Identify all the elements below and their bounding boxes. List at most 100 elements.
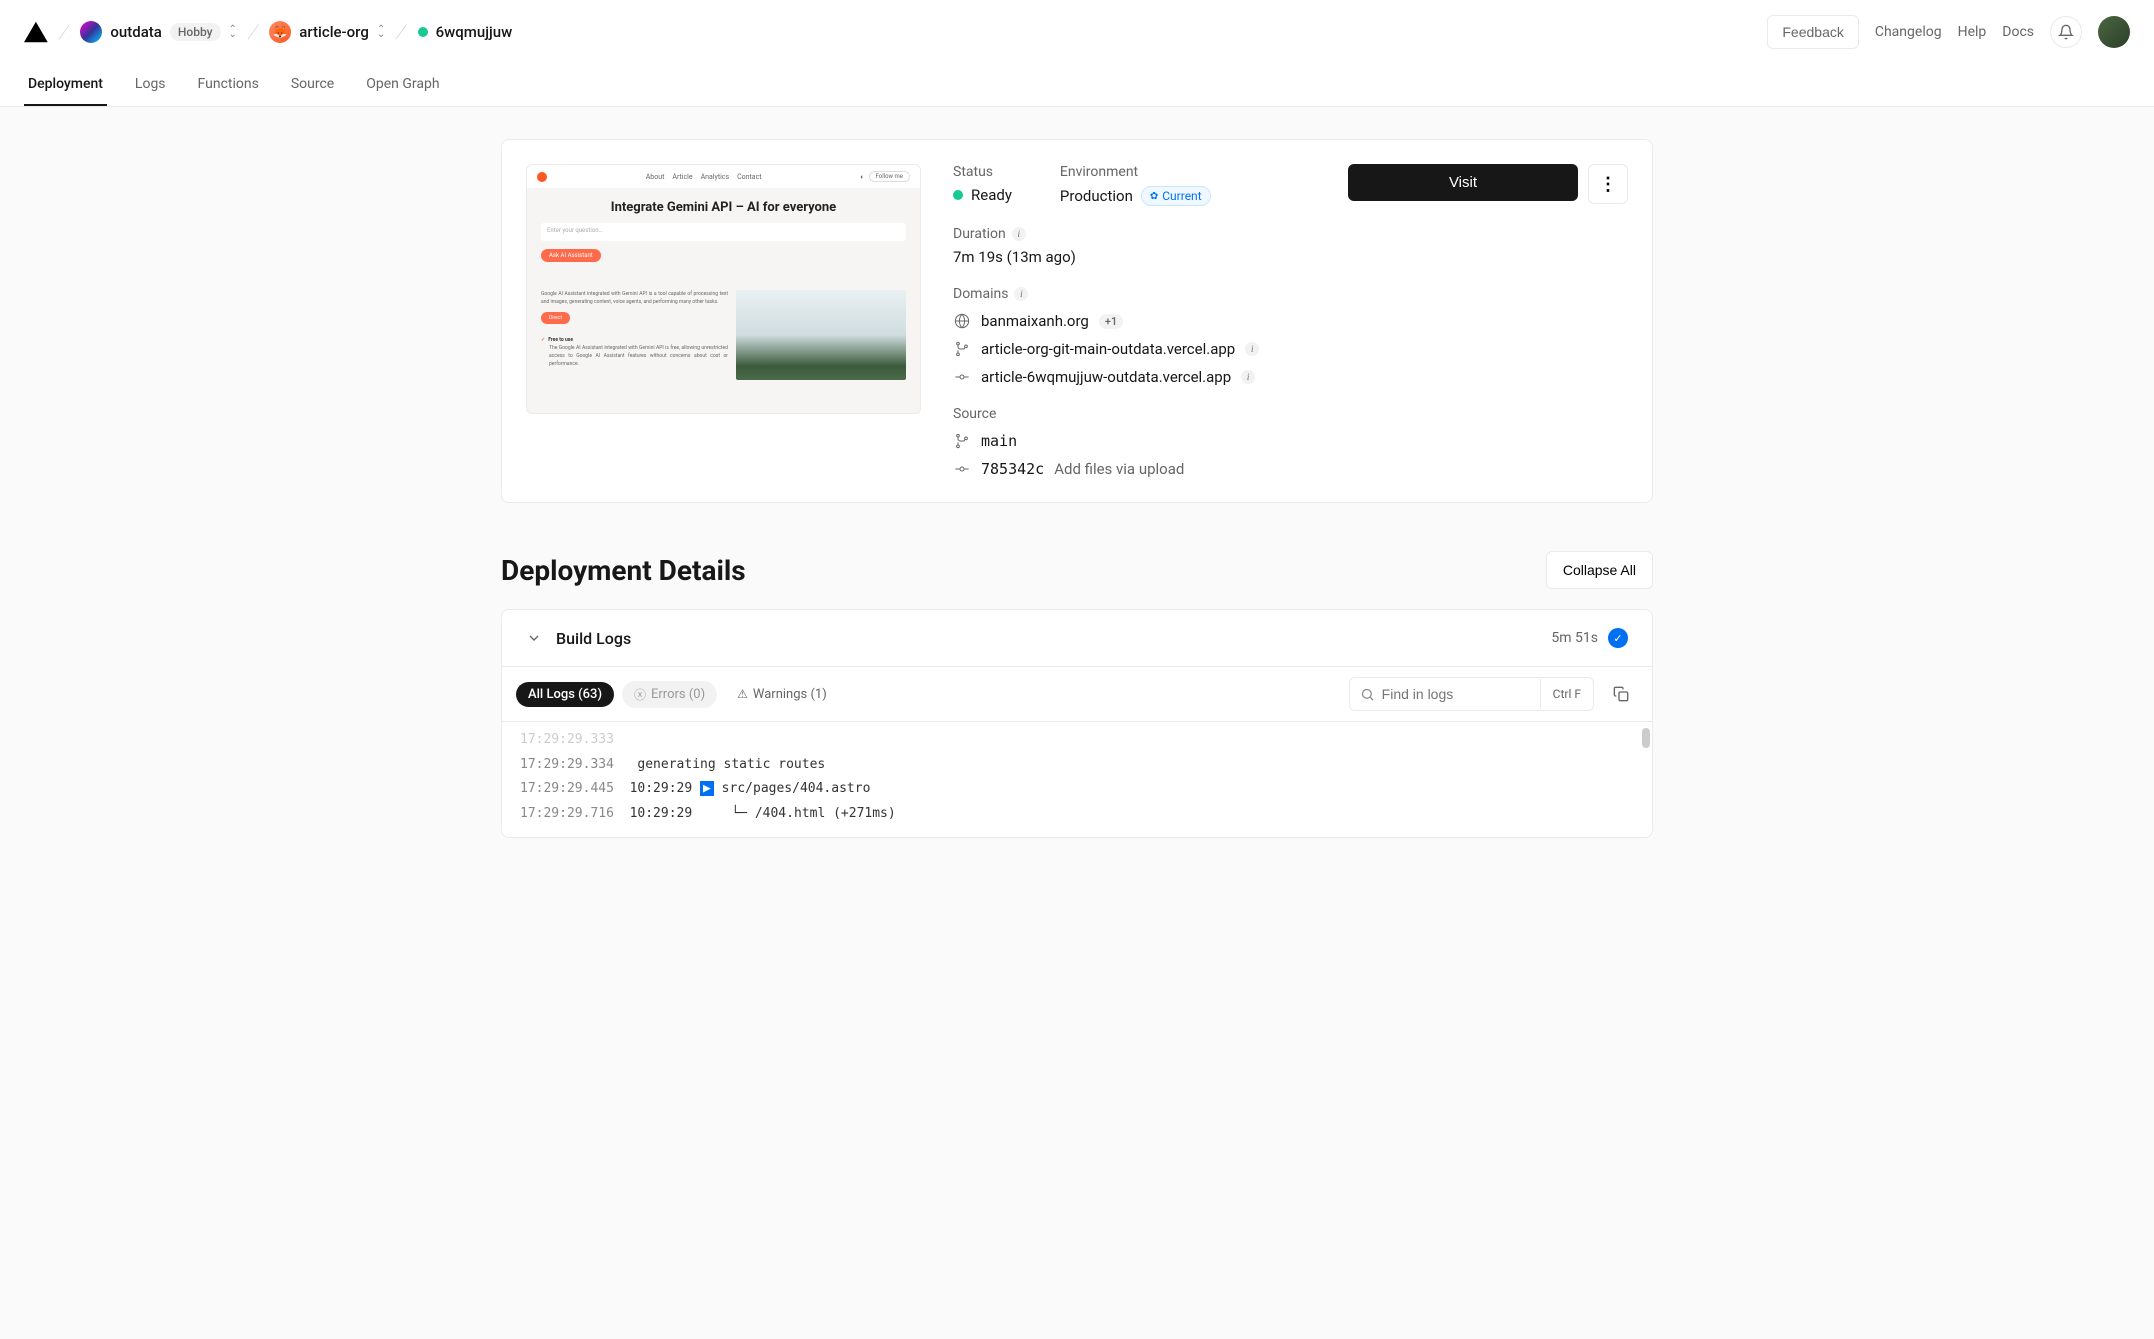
preview-blurb: Google AI Assistant integrated with Gemi… [541,290,728,306]
environment-value: Production [1060,187,1133,205]
preview-nav-item: About [646,173,665,181]
copy-icon [1613,686,1629,702]
filter-all-logs[interactable]: All Logs (63) [516,682,614,707]
breadcrumb-team[interactable]: outdata Hobby ⌃⌄ [80,21,236,43]
feedback-button[interactable]: Feedback [1767,15,1858,49]
commit-icon [953,461,971,477]
breadcrumb-separator: / [246,19,261,45]
duration-value: 7m 19s (13m ago) [953,248,1316,266]
globe-icon [953,313,971,329]
vercel-logo-icon[interactable] [24,20,48,44]
user-avatar[interactable] [2098,16,2130,48]
deployment-preview[interactable]: About Article Analytics Contact ◐Follow … [526,164,921,414]
info-icon[interactable]: i [1014,287,1028,301]
tab-logs[interactable]: Logs [131,64,170,106]
visit-button[interactable]: Visit [1348,164,1578,201]
tab-open-graph[interactable]: Open Graph [362,64,443,106]
breadcrumb-separator: / [57,19,72,45]
scrollbar[interactable] [1642,728,1650,748]
deployment-id: 6wqmujjuw [436,23,513,41]
domains-label: Domains [953,286,1008,302]
deployment-menu-button[interactable]: ⋮ [1588,164,1628,204]
log-output: 17:29:29.333 17:29:29.334 generating sta… [502,722,1652,837]
domain-text: article-org-git-main-outdata.vercel.app [981,340,1235,358]
breadcrumb-project[interactable]: 🦊 article-org ⌃⌄ [269,21,385,43]
search-shortcut: Ctrl F [1540,679,1593,709]
preview-ask-button: Ask AI Assistant [541,249,601,262]
preview-nav-item: Contact [737,173,761,181]
project-avatar-icon: 🦊 [269,21,291,43]
commit-sha: 785342c [981,460,1044,478]
notifications-button[interactable] [2050,16,2082,48]
check-circle-icon: ✓ [1608,628,1628,648]
breadcrumb: / outdata Hobby ⌃⌄ / 🦊 article-org ⌃⌄ / … [24,20,512,45]
duration-label: Duration [953,226,1006,242]
filter-errors-label: Errors (0) [651,687,705,702]
build-logs-header[interactable]: Build Logs 5m 51s ✓ [502,610,1652,667]
team-selector-icon[interactable]: ⌃⌄ [229,27,237,37]
deployment-tabs: Deployment Logs Functions Source Open Gr… [0,64,2154,106]
source-label: Source [953,406,1316,422]
domain-item[interactable]: article-6wqmujjuw-outdata.vercel.app i [953,368,1316,386]
docs-link[interactable]: Docs [2002,24,2034,40]
chevron-down-icon [526,630,542,646]
log-line: 17:29:29.716 10:29:29 └─ /404.html (+271… [520,802,1634,827]
preview-logo-icon [537,172,547,182]
tab-source[interactable]: Source [287,64,338,106]
breadcrumb-deployment[interactable]: 6wqmujjuw [418,23,513,41]
project-selector-icon[interactable]: ⌃⌄ [377,27,385,37]
dots-vertical-icon: ⋮ [1599,174,1617,195]
source-branch[interactable]: main [953,432,1316,450]
preview-follow: Follow me [869,171,910,182]
status-dot-icon [953,190,963,200]
environment-label: Environment [1060,164,1211,180]
log-line: 17:29:29.445 10:29:29 ▶ src/pages/404.as… [520,777,1634,802]
tab-deployment[interactable]: Deployment [24,64,107,106]
status-label: Status [953,164,1012,180]
error-icon: ⓧ [634,686,646,703]
tab-functions[interactable]: Functions [194,64,263,106]
plan-badge: Hobby [170,23,221,41]
preview-nav-item: Analytics [701,173,730,181]
branch-icon [953,433,971,449]
preview-free-title: Free to use [541,336,728,344]
preview-free-text: The Google AI Assistant integrated with … [549,344,728,368]
search-icon [1360,687,1375,702]
build-logs-title: Build Logs [556,629,631,648]
preview-input: Enter your question… [541,223,906,241]
current-badge: Current [1141,186,1211,206]
filter-errors[interactable]: ⓧ Errors (0) [622,681,717,708]
filter-warnings[interactable]: ⚠ Warnings (1) [725,682,839,707]
domain-text: article-6wqmujjuw-outdata.vercel.app [981,368,1231,386]
preview-hero-image [736,290,906,380]
info-icon[interactable]: i [1012,227,1026,241]
preview-direct-button: Direct [541,312,570,324]
filter-warnings-label: Warnings (1) [753,687,827,702]
info-icon[interactable]: i [1241,370,1255,384]
log-search-input[interactable] [1350,678,1540,710]
changelog-link[interactable]: Changelog [1875,24,1942,40]
breadcrumb-separator: / [394,19,409,45]
warning-icon: ⚠ [737,687,748,701]
log-line: 17:29:29.333 [520,728,1634,753]
domain-item[interactable]: article-org-git-main-outdata.vercel.app … [953,340,1316,358]
bell-icon [2058,24,2074,40]
collapse-all-button[interactable]: Collapse All [1546,551,1653,589]
log-line: 17:29:29.334 generating static routes [520,753,1634,778]
team-name: outdata [110,23,161,41]
domain-text: banmaixanh.org [981,312,1089,330]
preview-title: Integrate Gemini API – AI for everyone [527,188,920,223]
source-commit[interactable]: 785342c Add files via upload [953,460,1316,478]
status-dot-icon [418,27,428,37]
copy-logs-button[interactable] [1604,677,1638,711]
info-icon[interactable]: i [1245,342,1259,356]
domain-extra-badge[interactable]: +1 [1099,314,1123,329]
deployment-details-title: Deployment Details [501,554,746,587]
status-value: Ready [971,186,1012,204]
domain-item[interactable]: banmaixanh.org +1 [953,312,1316,330]
commit-icon [953,369,971,385]
build-duration: 5m 51s [1551,630,1598,646]
branch-icon [953,341,971,357]
help-link[interactable]: Help [1958,24,1987,40]
team-avatar-icon [80,21,102,43]
